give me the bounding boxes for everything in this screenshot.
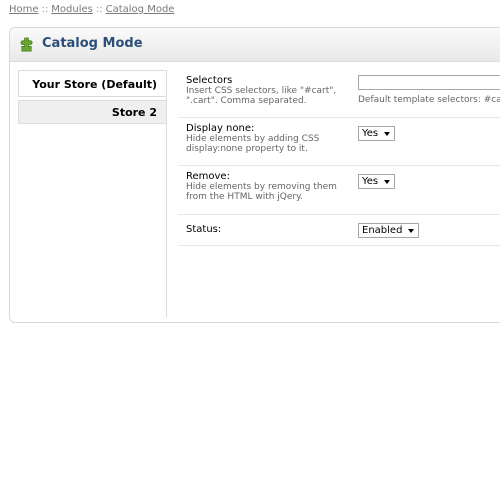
- display-none-label: Display none:: [186, 123, 255, 134]
- remove-control: Yes: [358, 174, 396, 189]
- display-none-control: Yes: [358, 126, 396, 141]
- display-none-select[interactable]: Yes: [358, 126, 396, 141]
- display-none-row: Display none: Hide elements by adding CS…: [178, 118, 500, 166]
- catalog-mode-panel: Catalog Mode Your Store (Default) Store …: [9, 27, 500, 323]
- selectors-default-hint: Default template selectors: #cart: [358, 95, 500, 105]
- store-tabs: Your Store (Default) Store 2: [18, 70, 167, 127]
- status-row: Status: Enabled: [178, 215, 500, 246]
- breadcrumb-separator: ::: [41, 4, 49, 15]
- selectors-row: Selectors Insert CSS selectors, like "#c…: [178, 70, 500, 118]
- settings-form: Selectors Insert CSS selectors, like "#c…: [178, 70, 500, 246]
- status-control: Enabled: [358, 223, 420, 238]
- puzzle-plugin-icon: [20, 37, 33, 52]
- breadcrumb-catalog-mode-link[interactable]: Catalog Mode: [106, 4, 175, 15]
- selectors-help: Insert CSS selectors, like "#cart", ".ca…: [186, 86, 337, 106]
- selectors-label: Selectors: [186, 75, 233, 86]
- display-none-label-group: Display none: Hide elements by adding CS…: [186, 123, 354, 154]
- remove-label-group: Remove: Hide elements by removing them f…: [186, 171, 354, 202]
- display-none-value: Yes: [362, 128, 379, 139]
- status-label-group: Status:: [186, 224, 354, 235]
- remove-help: Hide elements by removing them from the …: [186, 182, 337, 202]
- breadcrumb-separator: ::: [95, 4, 103, 15]
- selectors-input[interactable]: [358, 75, 500, 90]
- selectors-control: Default template selectors: #cart: [358, 75, 500, 105]
- panel-heading: Catalog Mode: [10, 28, 500, 62]
- chevron-down-icon: [384, 132, 391, 136]
- chevron-down-icon: [384, 180, 391, 184]
- display-none-help: Hide elements by adding CSS display:none…: [186, 134, 320, 154]
- tab-store-2[interactable]: Store 2: [18, 100, 167, 124]
- status-value: Enabled: [362, 225, 403, 236]
- remove-row: Remove: Hide elements by removing them f…: [178, 166, 500, 215]
- page-title: Catalog Mode: [42, 36, 143, 51]
- breadcrumb-modules-link[interactable]: Modules: [51, 4, 93, 15]
- tab-your-store-default[interactable]: Your Store (Default): [18, 70, 167, 97]
- remove-value: Yes: [362, 176, 379, 187]
- selectors-label-group: Selectors Insert CSS selectors, like "#c…: [186, 75, 354, 106]
- breadcrumb: Home:: Modules:: Catalog Mode: [9, 4, 174, 15]
- remove-label: Remove:: [186, 171, 230, 182]
- status-select[interactable]: Enabled: [358, 223, 420, 238]
- breadcrumb-home-link[interactable]: Home: [9, 4, 39, 15]
- chevron-down-icon: [408, 229, 415, 233]
- tab-divider: [166, 70, 167, 317]
- status-label: Status:: [186, 224, 222, 235]
- remove-select[interactable]: Yes: [358, 174, 396, 189]
